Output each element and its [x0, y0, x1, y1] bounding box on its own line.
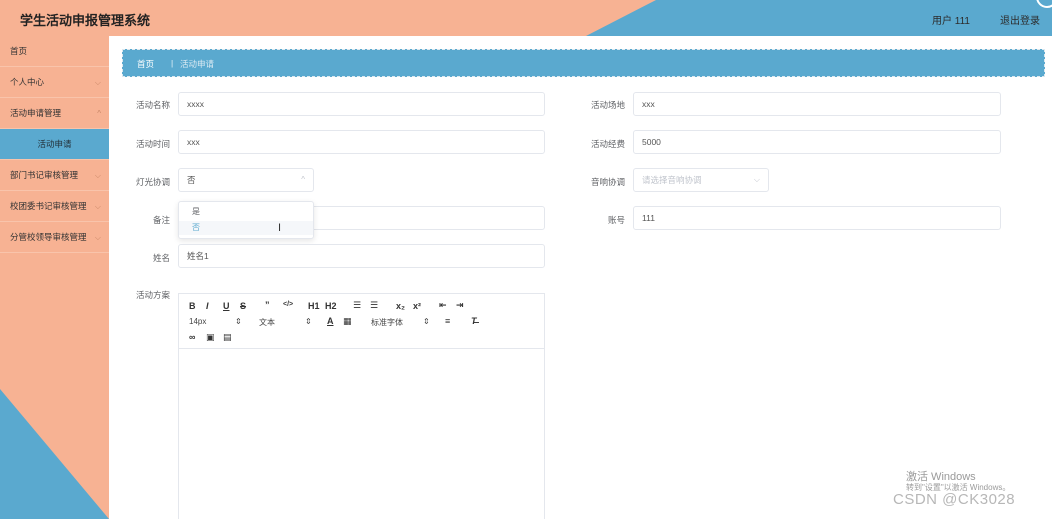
image-icon[interactable]: ▣: [206, 332, 215, 343]
breadcrumb: 首页 | 活动申请: [122, 49, 1045, 77]
activity-budget-input[interactable]: 5000: [633, 130, 1001, 154]
bullet-list-icon[interactable]: ☰: [370, 300, 378, 311]
sidebar-item-home[interactable]: 首页: [0, 36, 109, 67]
rich-text-editor[interactable]: B I U S ” </> H1 H2 ☰ ☰ x₂ x² ⇤ ⇥ 14px ⇕…: [178, 293, 545, 519]
h1-button[interactable]: H1: [308, 301, 320, 311]
person-name-label: 姓名: [152, 253, 170, 263]
activity-time-label: 活动时间: [135, 139, 170, 149]
clear-format-icon[interactable]: T̶: [471, 316, 477, 326]
activity-place-input[interactable]: xxx: [633, 92, 1001, 116]
sound-select-placeholder: 请选择音响协调: [642, 175, 702, 185]
logout-link[interactable]: 退出登录: [1000, 12, 1040, 27]
sidebar-item-label: 个人中心: [10, 77, 45, 87]
account-label: 账号: [607, 215, 625, 225]
activity-name-input[interactable]: xxxx: [178, 92, 545, 116]
outdent-icon[interactable]: ⇤: [439, 300, 447, 311]
sound-select[interactable]: 请选择音响协调 ⌵: [633, 168, 769, 192]
chevron-updown-icon: ⇕: [305, 317, 312, 326]
chevron-updown-icon: ⇕: [423, 317, 430, 326]
sidebar-item-label: 部门书记审核管理: [10, 170, 79, 180]
csdn-watermark: CSDN @CK3028: [893, 491, 1016, 508]
sidebar-item-activity-apply[interactable]: 活动申请: [0, 129, 109, 160]
indent-icon[interactable]: ⇥: [456, 300, 464, 311]
chevron-down-icon: ⌵: [94, 171, 101, 180]
activity-name-label: 活动名称: [135, 100, 170, 110]
font-family-select[interactable]: 标准字体: [371, 317, 403, 328]
sidebar-item-label: 活动申请: [37, 139, 72, 149]
video-icon[interactable]: ▤: [223, 332, 232, 343]
sidebar-item-leader-review[interactable]: 分管校领导审核管理 ⌵: [0, 222, 109, 253]
sidebar: 首页 个人中心 ⌵ 活动申请管理 ^ 活动申请 部门书记审核管理 ⌵ 校团委书记审核管…: [0, 36, 109, 519]
activity-time-input[interactable]: xxx: [178, 130, 545, 154]
text-cursor-icon: I: [278, 222, 282, 234]
sidebar-item-dept-review[interactable]: 部门书记审核管理 ⌵: [0, 160, 109, 191]
sidebar-item-profile[interactable]: 个人中心 ⌵: [0, 67, 109, 98]
plan-label: 活动方案: [135, 290, 170, 300]
quote-button[interactable]: ”: [265, 300, 270, 310]
dropdown-option-yes[interactable]: 是: [179, 205, 313, 219]
top-header: 学生活动申报管理系统 用户 111 退出登录: [0, 0, 1052, 36]
subscript-button[interactable]: x₂: [396, 301, 405, 311]
lighting-dropdown: 是 否: [178, 201, 314, 239]
chevron-down-icon: ⌵: [94, 233, 101, 242]
account-input[interactable]: 111: [633, 206, 1001, 230]
activity-place-label: 活动场地: [590, 100, 625, 110]
sidebar-item-league-review[interactable]: 校团委书记审核管理 ⌵: [0, 191, 109, 222]
chevron-updown-icon: ⇕: [235, 317, 242, 326]
superscript-button[interactable]: x²: [413, 301, 421, 311]
paragraph-select[interactable]: 文本: [259, 317, 275, 328]
breadcrumb-home[interactable]: 首页: [137, 58, 154, 70]
user-name: 用户 111: [932, 16, 970, 27]
lighting-select[interactable]: 否 ^: [178, 168, 314, 192]
person-name-input[interactable]: 姓名1: [178, 244, 545, 268]
italic-button[interactable]: I: [206, 301, 209, 311]
font-size-select[interactable]: 14px: [189, 317, 206, 326]
sidebar-decor: [0, 389, 109, 519]
sound-label: 音响协调: [590, 177, 625, 187]
lighting-label: 灯光协调: [135, 177, 170, 187]
sidebar-item-label: 首页: [10, 46, 28, 56]
bold-button[interactable]: B: [189, 301, 196, 311]
dropdown-option-no[interactable]: 否: [179, 221, 313, 235]
remark-label: 备注: [152, 215, 170, 225]
breadcrumb-separator: |: [171, 58, 174, 68]
font-color-button[interactable]: A: [327, 316, 334, 326]
activity-budget-label: 活动经费: [590, 139, 625, 149]
align-icon[interactable]: ≡: [445, 316, 450, 326]
sidebar-item-label: 校团委书记审核管理: [10, 201, 87, 211]
lighting-select-value: 否: [187, 175, 196, 185]
link-icon[interactable]: ∞: [189, 332, 195, 342]
sidebar-item-label: 活动申请管理: [10, 108, 62, 118]
underline-button[interactable]: U: [223, 301, 230, 311]
code-button[interactable]: </>: [283, 301, 293, 308]
chevron-down-icon: ⌵: [94, 78, 101, 87]
app-title: 学生活动申报管理系统: [20, 13, 151, 28]
background-color-icon[interactable]: ▦: [343, 316, 352, 327]
chevron-up-icon: ^: [301, 175, 305, 184]
sidebar-item-label: 分管校领导审核管理: [10, 232, 87, 242]
chevron-down-icon: ⌵: [94, 202, 101, 211]
strike-button[interactable]: S: [240, 301, 246, 311]
h2-button[interactable]: H2: [325, 301, 337, 311]
breadcrumb-current: 活动申请: [180, 59, 215, 69]
header-decor: [586, 0, 656, 36]
editor-toolbar: B I U S ” </> H1 H2 ☰ ☰ x₂ x² ⇤ ⇥ 14px ⇕…: [179, 294, 544, 349]
ordered-list-icon[interactable]: ☰: [353, 300, 361, 311]
chevron-down-icon: ⌵: [753, 175, 760, 184]
chevron-up-icon: ^: [97, 109, 101, 118]
header-decor-block: [656, 0, 1052, 36]
sidebar-item-activity-manage[interactable]: 活动申请管理 ^: [0, 98, 109, 129]
